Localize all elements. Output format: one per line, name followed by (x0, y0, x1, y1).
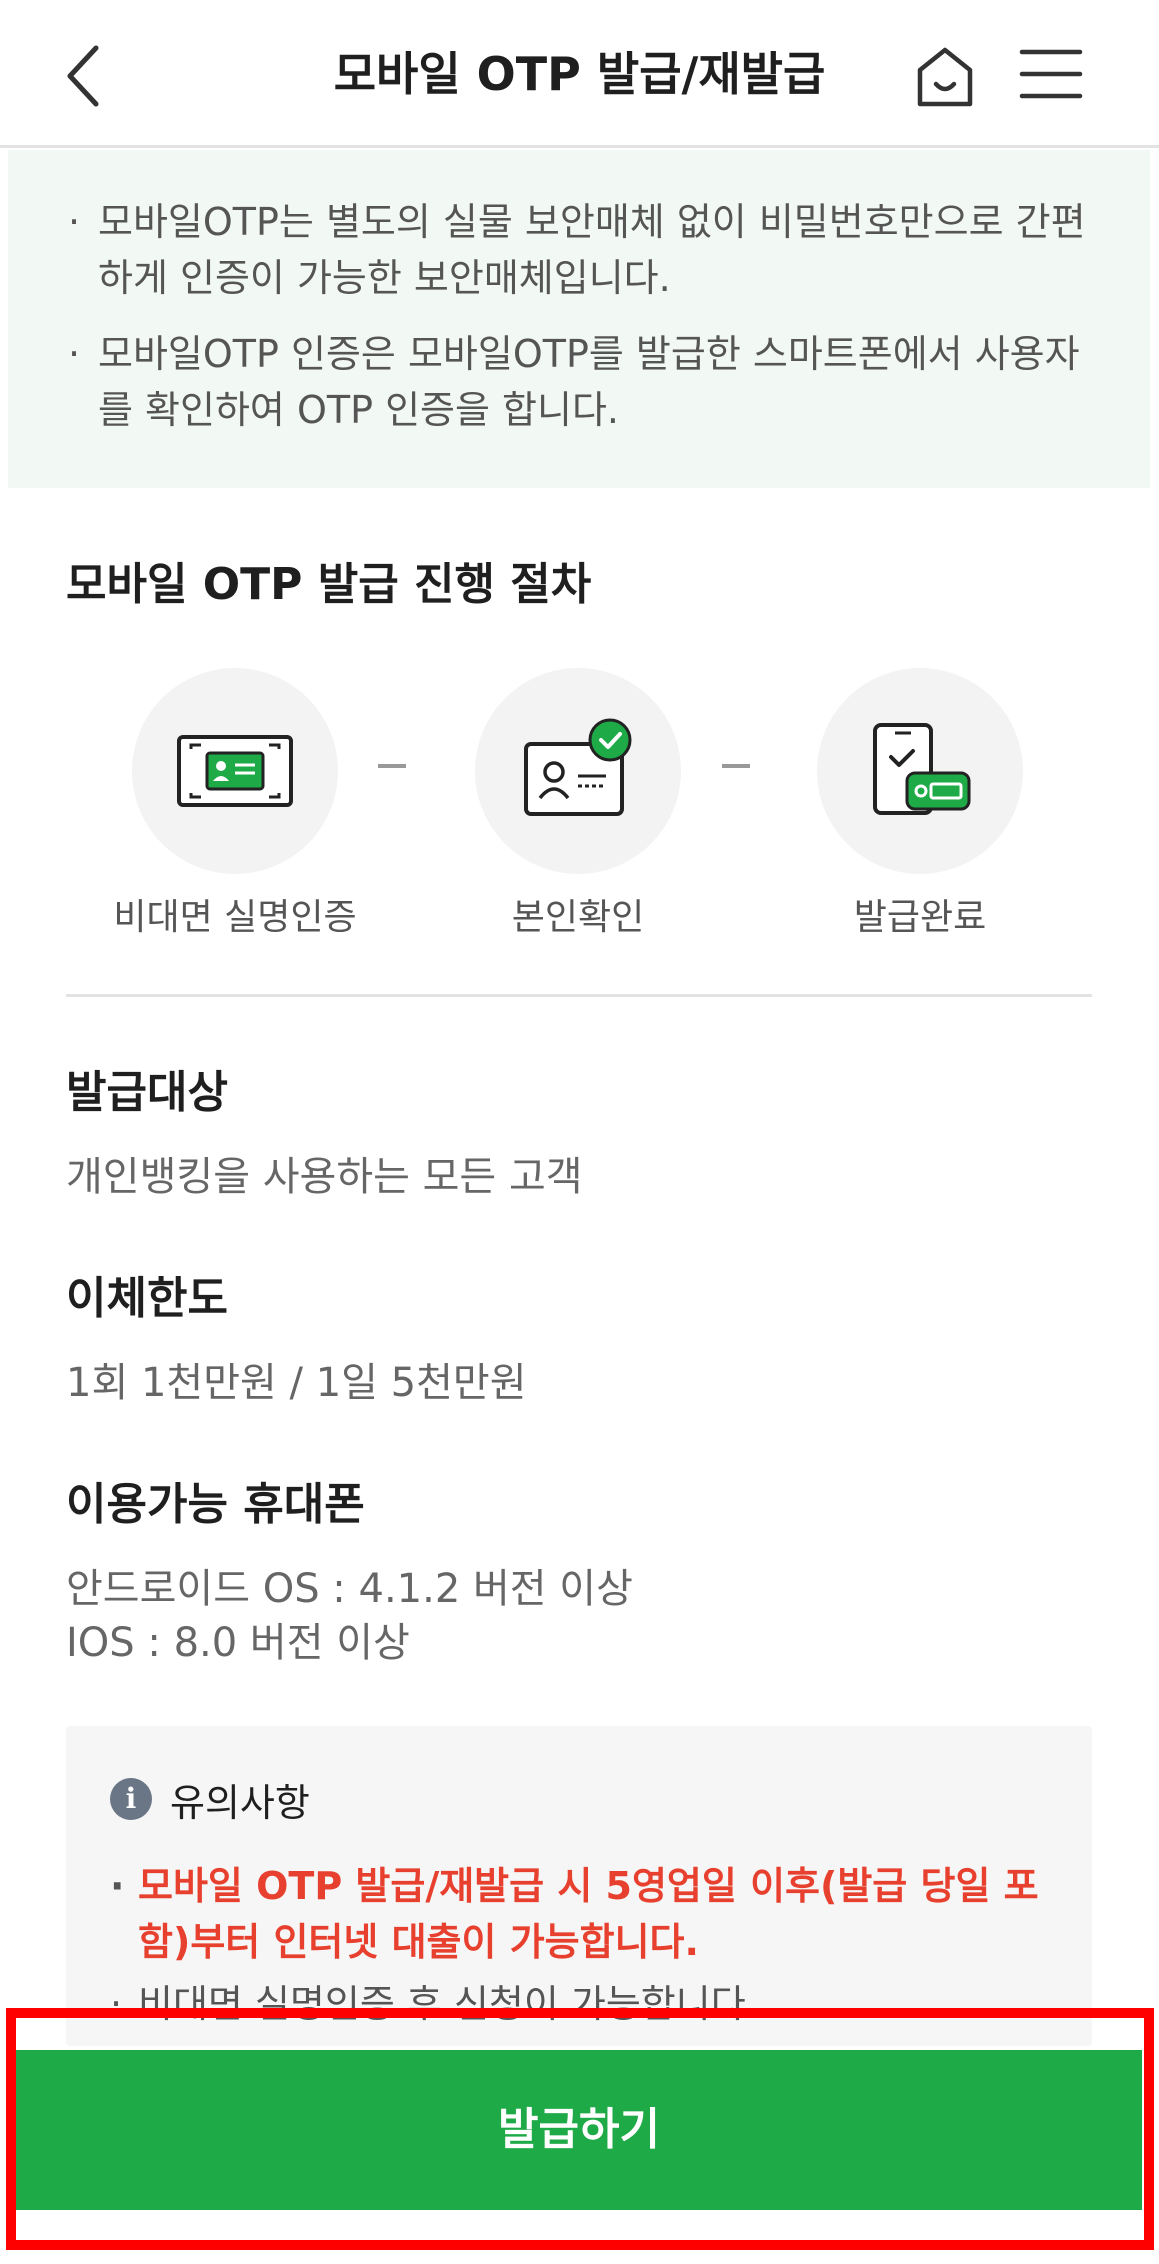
step-real-name-auth: 비대면 실명인증 (65, 668, 405, 940)
android-requirement: 안드로이드 OS : 4.1.2 버전 이상 (66, 1566, 633, 1612)
intro-item: 모바일OTP 인증은 모바일OTP를 발급한 스마트폰에서 사용자를 확인하여 … (68, 326, 1090, 438)
intro-box: 모바일OTP는 별도의 실물 보안매체 없이 비밀번호만으로 간편하게 인증이 … (8, 150, 1150, 488)
step-label: 발급완료 (853, 897, 987, 938)
notice-item: 비대면 실명인증 후 신청이 가능합니다. (110, 1976, 758, 2032)
step-label: 본인확인 (511, 897, 645, 938)
limit-title: 이체한도 (66, 1273, 228, 1324)
step-icon-circle (132, 668, 338, 874)
procedure-title: 모바일 OTP 발급 진행 절차 (66, 559, 592, 610)
issue-button[interactable]: 발급하기 (16, 2050, 1142, 2210)
info-icon: i (110, 1778, 152, 1820)
hamburger-menu-icon (1019, 49, 1083, 99)
target-value: 개인뱅킹을 사용하는 모든 고객 (66, 1154, 583, 1200)
menu-button[interactable] (1018, 44, 1084, 104)
phone-otp-icon (873, 723, 971, 815)
target-title: 발급대상 (66, 1067, 228, 1118)
step-identity-check: 본인확인 (408, 668, 748, 940)
step-label: 비대면 실명인증 (113, 897, 357, 938)
intro-item: 모바일OTP는 별도의 실물 보안매체 없이 비밀번호만으로 간편하게 인증이 … (68, 194, 1090, 306)
notice-box: i 유의사항 모바일 OTP 발급/재발급 시 5영업일 이후(발급 당일 포함… (66, 1726, 1092, 2046)
notice-title: 유의사항 (170, 1780, 310, 1825)
step-separator (378, 764, 406, 768)
identity-verified-icon (524, 718, 632, 816)
home-icon (917, 47, 973, 107)
notice-header: i 유의사항 (110, 1776, 310, 1825)
procedure-steps: 비대면 실명인증 본인확인 발급완료 (0, 668, 1159, 948)
limit-value: 1회 1천만원 / 1일 5천만원 (66, 1360, 527, 1406)
home-button[interactable] (912, 40, 978, 112)
step-separator (722, 764, 750, 768)
step-issue-complete: 발급완료 (750, 668, 1090, 940)
page-title: 모바일 OTP 발급/재발급 (333, 47, 826, 101)
section-divider (66, 994, 1092, 997)
step-icon-circle (475, 668, 681, 874)
otp-issue-page: 모바일 OTP 발급/재발급 모바일OTP는 별도의 실물 보안매체 없이 비밀… (0, 0, 1159, 2264)
target-section: 발급대상 개인뱅킹을 사용하는 모든 고객 (66, 1056, 583, 1204)
limit-section: 이체한도 1회 1천만원 / 1일 5천만원 (66, 1262, 527, 1410)
phones-title: 이용가능 휴대폰 (66, 1479, 365, 1530)
notice-item-warning: 모바일 OTP 발급/재발급 시 5영업일 이후(발급 당일 포함)부터 인터넷… (110, 1858, 1070, 1970)
app-header: 모바일 OTP 발급/재발급 (0, 0, 1159, 148)
id-card-scan-icon (177, 735, 293, 807)
step-icon-circle (817, 668, 1023, 874)
ios-requirement: IOS : 8.0 버전 이상 (66, 1620, 410, 1666)
phones-section: 이용가능 휴대폰 안드로이드 OS : 4.1.2 버전 이상 IOS : 8.… (66, 1468, 633, 1670)
